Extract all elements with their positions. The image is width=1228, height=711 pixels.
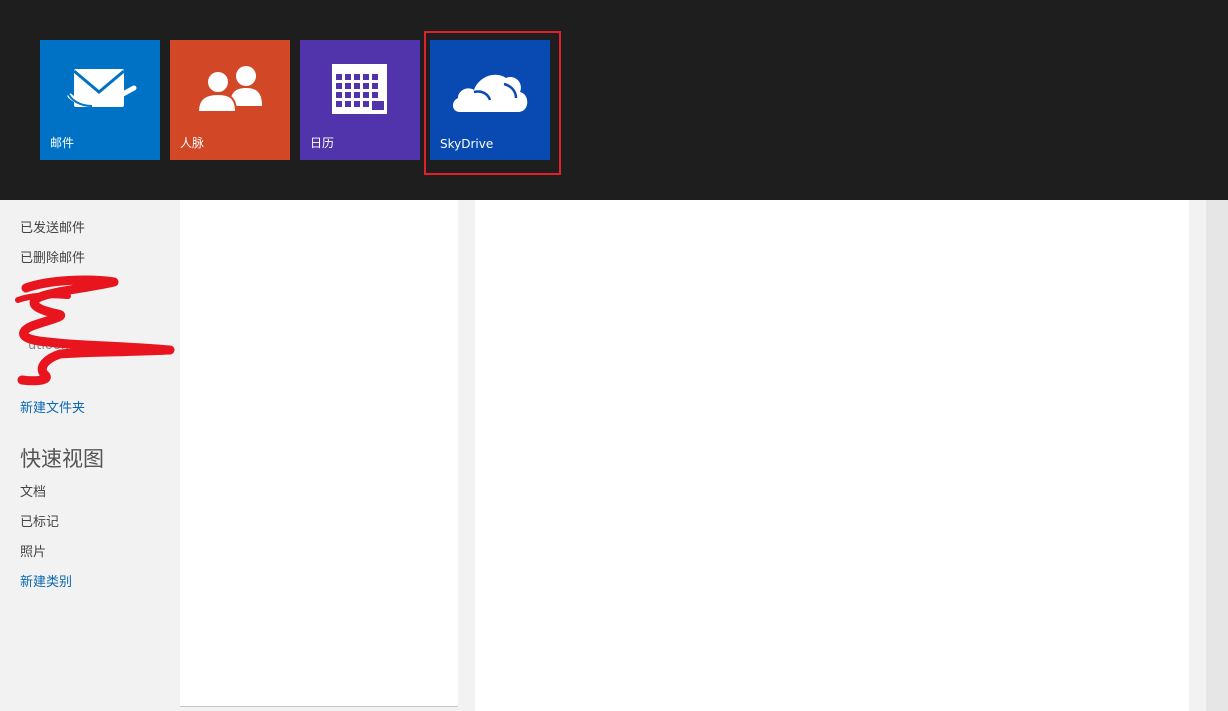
scrollbar[interactable] [1206,200,1228,711]
quick-view-documents[interactable]: 文档 [20,481,46,500]
quick-views-heading: 快速视图 [20,447,104,471]
tile-skydrive[interactable]: SkyDrive [430,40,550,160]
folder-deleted[interactable]: 已删除邮件 [20,247,85,266]
quick-view-flagged[interactable]: 已标记 [20,511,59,530]
tile-people[interactable]: 人脉 [170,40,290,160]
tile-calendar-label: 日历 [310,136,335,150]
redaction-scribble [15,275,175,386]
quick-view-photos[interactable]: 照片 [20,541,46,560]
tile-calendar[interactable]: 日历 [300,40,420,160]
tile-skydrive-label: SkyDrive [440,137,494,151]
new-category-link[interactable]: 新建类别 [20,571,72,590]
tile-mail-label: 邮件 [50,136,75,150]
folder-sent[interactable]: 已发送邮件 [20,217,85,236]
tile-people-label: 人脉 [180,136,205,150]
tile-mail[interactable]: 邮件 [40,40,160,160]
new-folder-link[interactable]: 新建文件夹 [20,397,85,416]
app-switcher-bar: 邮件 人脉 日历 SkyDrive [0,0,1228,200]
